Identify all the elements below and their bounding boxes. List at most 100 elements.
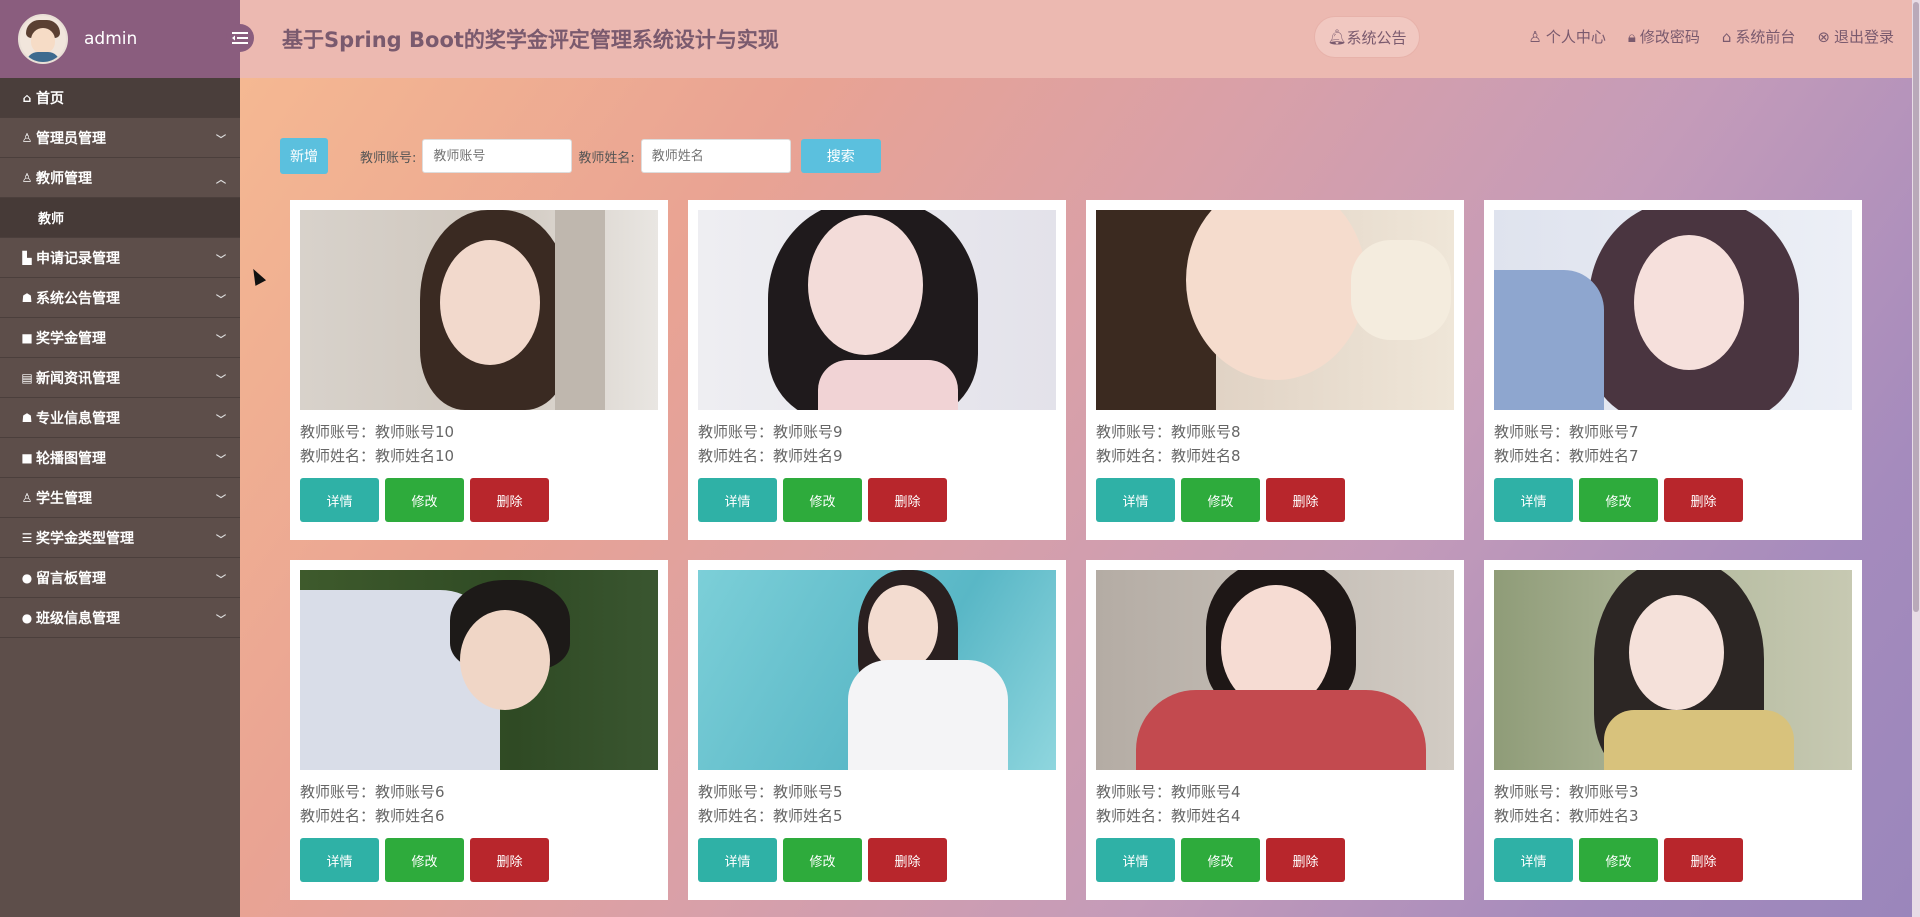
- edit-button[interactable]: 修改: [385, 478, 464, 522]
- teacher-name: 教师姓名：教师姓名7: [1494, 447, 1639, 465]
- detail-button[interactable]: 详情: [1096, 838, 1175, 882]
- chevron-down-icon: ﹀: [216, 255, 226, 266]
- name-search-input[interactable]: [640, 139, 791, 173]
- teacher-photo: [1096, 210, 1454, 410]
- teacher-account: 教师账号：教师账号8: [1096, 423, 1241, 441]
- card-actions: 详情 修改 删除: [1494, 838, 1852, 882]
- teacher-photo: [1494, 570, 1852, 770]
- sidebar-item-label: 申请记录管理: [36, 250, 120, 267]
- sidebar-item-class[interactable]: ● 班级信息管理 ﹀: [0, 598, 240, 638]
- detail-button[interactable]: 详情: [698, 478, 777, 522]
- teacher-name: 教师姓名：教师姓名6: [300, 807, 445, 825]
- sidebar-menu: ⌂ 首页 ♙ 管理员管理 ﹀ ♙ 教师管理 ︿ 教师 ▙ 申请记录管理 ﹀ ☗ …: [0, 78, 240, 638]
- chevron-down-icon: ﹀: [216, 375, 226, 386]
- file-icon: ▙: [22, 250, 32, 265]
- teacher-name: 教师姓名：教师姓名4: [1096, 807, 1241, 825]
- sidebar-item-label: 奖学金管理: [36, 330, 106, 347]
- edit-button[interactable]: 修改: [783, 838, 862, 882]
- teacher-photo: [1096, 570, 1454, 770]
- detail-button[interactable]: 详情: [1494, 478, 1573, 522]
- personal-center-link[interactable]: ♙ 个人中心: [1528, 26, 1605, 47]
- teacher-card: 教师账号：教师账号10 教师姓名：教师姓名10 详情 修改 删除: [290, 200, 668, 540]
- system-notice-button[interactable]: 🔔︎ 系统公告: [1314, 16, 1420, 58]
- sidebar-item-carousel[interactable]: ■ 轮播图管理 ﹀: [0, 438, 240, 478]
- teacher-info: 教师账号：教师账号9 教师姓名：教师姓名9: [698, 420, 1056, 468]
- teacher-name: 教师姓名：教师姓名5: [698, 807, 843, 825]
- sidebar-item-label: 班级信息管理: [36, 610, 120, 627]
- menu-collapse-button[interactable]: [226, 24, 254, 52]
- sidebar-subitem-teacher[interactable]: 教师: [0, 198, 240, 238]
- delete-button[interactable]: 删除: [868, 838, 947, 882]
- detail-button[interactable]: 详情: [300, 478, 379, 522]
- teacher-account: 教师账号：教师账号3: [1494, 783, 1639, 801]
- teacher-info: 教师账号：教师账号6 教师姓名：教师姓名6: [300, 780, 658, 828]
- delete-button[interactable]: 删除: [1664, 478, 1743, 522]
- edit-button[interactable]: 修改: [385, 838, 464, 882]
- page-scrollbar[interactable]: [1912, 0, 1920, 917]
- delete-button[interactable]: 删除: [1664, 838, 1743, 882]
- teacher-info: 教师账号：教师账号10 教师姓名：教师姓名10: [300, 420, 658, 468]
- avatar[interactable]: [18, 14, 68, 64]
- sidebar-item-label: 留言板管理: [36, 570, 106, 587]
- sidebar-item-label: 系统公告管理: [36, 290, 120, 307]
- teacher-name: 教师姓名：教师姓名8: [1096, 447, 1241, 465]
- add-button[interactable]: 新增: [280, 138, 328, 174]
- sidebar-item-scholarship[interactable]: ■ 奖学金管理 ﹀: [0, 318, 240, 358]
- close-circle-icon: ⊗: [1817, 27, 1830, 46]
- link-label: 系统前台: [1735, 28, 1796, 46]
- sidebar-item-message[interactable]: ● 留言板管理 ﹀: [0, 558, 240, 598]
- edit-button[interactable]: 修改: [1579, 478, 1658, 522]
- main-content: 新增 教师账号: 教师姓名: 搜索 教师账号：教师账号10 教师姓名：教师姓名1…: [240, 78, 1920, 917]
- logout-link[interactable]: ⊗ 退出登录: [1817, 26, 1894, 47]
- card-actions: 详情 修改 删除: [1096, 838, 1454, 882]
- teacher-card: 教师账号：教师账号7 教师姓名：教师姓名7 详情 修改 删除: [1484, 200, 1862, 540]
- sidebar-item-label: 奖学金类型管理: [36, 530, 134, 547]
- teacher-account: 教师账号：教师账号4: [1096, 783, 1241, 801]
- card-actions: 详情 修改 删除: [300, 478, 658, 522]
- edit-button[interactable]: 修改: [1579, 838, 1658, 882]
- detail-button[interactable]: 详情: [1494, 838, 1573, 882]
- delete-button[interactable]: 删除: [868, 478, 947, 522]
- class-icon: ●: [21, 610, 33, 625]
- edit-button[interactable]: 修改: [1181, 838, 1260, 882]
- delete-button[interactable]: 删除: [1266, 838, 1345, 882]
- sidebar-item-student[interactable]: ♙ 学生管理 ﹀: [0, 478, 240, 518]
- user-shield-icon: ♙: [21, 130, 33, 145]
- teacher-card: 教师账号：教师账号8 教师姓名：教师姓名8 详情 修改 删除: [1086, 200, 1464, 540]
- delete-button[interactable]: 删除: [1266, 478, 1345, 522]
- bell-icon: 🔔︎: [1327, 28, 1347, 46]
- sidebar-item-home[interactable]: ⌂ 首页: [0, 78, 240, 118]
- detail-button[interactable]: 详情: [1096, 478, 1175, 522]
- card-actions: 详情 修改 删除: [698, 838, 1056, 882]
- teacher-info: 教师账号：教师账号4 教师姓名：教师姓名4: [1096, 780, 1454, 828]
- card-actions: 详情 修改 删除: [1494, 478, 1852, 522]
- link-label: 退出登录: [1833, 28, 1894, 46]
- teacher-name: 教师姓名：教师姓名9: [698, 447, 843, 465]
- scrollbar-thumb[interactable]: [1913, 2, 1919, 612]
- change-password-link[interactable]: 🔒︎ 修改密码: [1628, 26, 1700, 47]
- edit-button[interactable]: 修改: [1181, 478, 1260, 522]
- edit-button[interactable]: 修改: [783, 478, 862, 522]
- detail-button[interactable]: 详情: [698, 838, 777, 882]
- sidebar-item-teacher-manage[interactable]: ♙ 教师管理 ︿: [0, 158, 240, 198]
- sidebar-item-notice[interactable]: ☗ 系统公告管理 ﹀: [0, 278, 240, 318]
- sidebar-item-scholarship-type[interactable]: ☰ 奖学金类型管理 ﹀: [0, 518, 240, 558]
- teacher-card: 教师账号：教师账号9 教师姓名：教师姓名9 详情 修改 删除: [688, 200, 1066, 540]
- front-end-link[interactable]: ⌂ 系统前台: [1722, 26, 1796, 47]
- chevron-down-icon: ﹀: [216, 415, 226, 426]
- sidebar-item-news[interactable]: ▤ 新闻资讯管理 ﹀: [0, 358, 240, 398]
- username: admin: [84, 29, 138, 49]
- delete-button[interactable]: 删除: [470, 838, 549, 882]
- lock-icon: 🔒︎: [1627, 27, 1636, 46]
- sidebar-item-application[interactable]: ▙ 申请记录管理 ﹀: [0, 238, 240, 278]
- sidebar-item-admin[interactable]: ♙ 管理员管理 ﹀: [0, 118, 240, 158]
- sidebar-item-label: 教师管理: [36, 170, 92, 187]
- search-button[interactable]: 搜索: [800, 139, 881, 173]
- detail-button[interactable]: 详情: [300, 838, 379, 882]
- account-search-input[interactable]: [422, 139, 573, 173]
- image-icon: ■: [21, 450, 33, 465]
- delete-button[interactable]: 删除: [470, 478, 549, 522]
- teacher-account: 教师账号：教师账号10: [300, 423, 455, 441]
- sidebar-item-major[interactable]: ☗ 专业信息管理 ﹀: [0, 398, 240, 438]
- teacher-icon: ♙: [21, 170, 33, 185]
